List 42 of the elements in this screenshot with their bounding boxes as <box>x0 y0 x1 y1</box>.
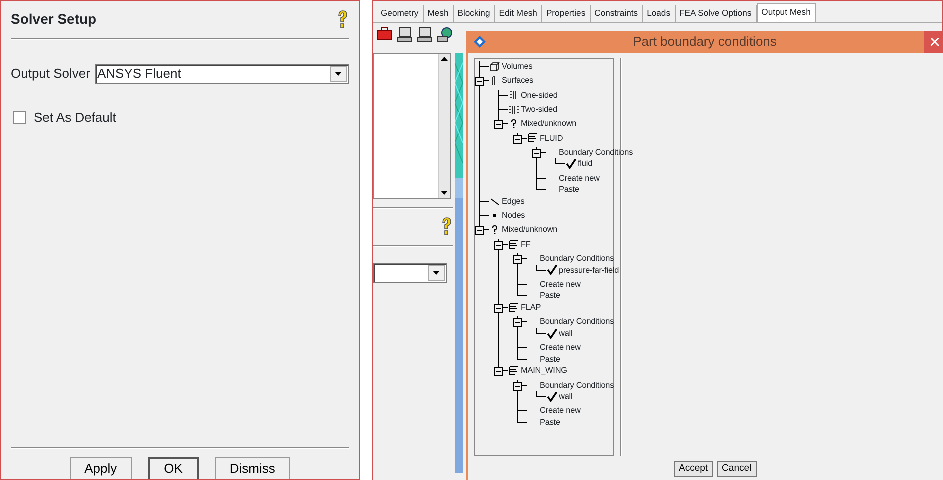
tree-item[interactable]: Two-sided <box>521 104 558 116</box>
dialog-button[interactable]: Cancel <box>717 461 757 477</box>
tree-item[interactable]: Surfaces <box>502 75 534 87</box>
tree-item[interactable]: wall <box>559 391 573 403</box>
tree-item[interactable]: MAIN_WING <box>521 365 568 377</box>
tree-item[interactable]: Boundary Conditions <box>540 380 614 392</box>
dialog-button[interactable]: Accept <box>674 461 714 477</box>
tree-item[interactable]: wall <box>559 328 573 340</box>
tree-item[interactable]: Mixed/unknown <box>502 224 558 236</box>
tab[interactable]: Constraints <box>590 5 644 22</box>
panel-title: Solver Setup <box>11 10 97 29</box>
tree-item[interactable]: Paste <box>540 354 560 366</box>
dialog-button[interactable]: OK <box>148 457 199 479</box>
tree-item[interactable]: Boundary Conditions <box>559 146 634 158</box>
tree-item[interactable]: Create new <box>540 278 581 290</box>
set-as-default-checkbox[interactable]: Set As Default <box>11 108 116 128</box>
tab[interactable]: FEA Solve Options <box>676 5 757 22</box>
tree-item[interactable]: Paste <box>540 417 560 429</box>
field-label: Output Solver <box>11 65 90 84</box>
tree-item[interactable]: fluid <box>578 158 593 170</box>
tree-item[interactable]: Create new <box>540 405 581 418</box>
dialog-button[interactable]: Dismiss <box>214 457 290 479</box>
tree-item[interactable]: One-sided <box>521 90 558 102</box>
tree-item[interactable]: Boundary Conditions <box>540 316 614 328</box>
dialog-title: Part boundary conditions <box>632 33 778 52</box>
dialog-button[interactable]: Apply <box>70 457 132 479</box>
tab[interactable]: Mesh <box>424 5 454 22</box>
tree-item[interactable]: Create new <box>559 172 600 184</box>
solver-dropdown[interactable]: ANSYS Fluent <box>94 64 349 84</box>
tree-item[interactable]: FF <box>521 238 531 250</box>
tree-item[interactable]: Paste <box>559 184 580 196</box>
tree-item[interactable]: FLAP <box>521 302 542 314</box>
tree-item[interactable]: Mixed/unknown <box>521 118 577 130</box>
tree-item[interactable]: Create new <box>540 342 581 354</box>
tree-item[interactable]: Nodes <box>502 210 526 222</box>
tree-item[interactable]: Paste <box>540 290 560 302</box>
tree-item[interactable]: Volumes <box>502 61 533 73</box>
tree-item[interactable]: FLUID <box>540 132 564 144</box>
tree-item[interactable]: Edges <box>502 196 525 208</box>
tree-item[interactable]: Boundary Conditions <box>540 253 614 265</box>
tab[interactable]: Output Mesh <box>756 3 816 22</box>
tree-item[interactable]: pressure-far-field <box>559 264 620 276</box>
